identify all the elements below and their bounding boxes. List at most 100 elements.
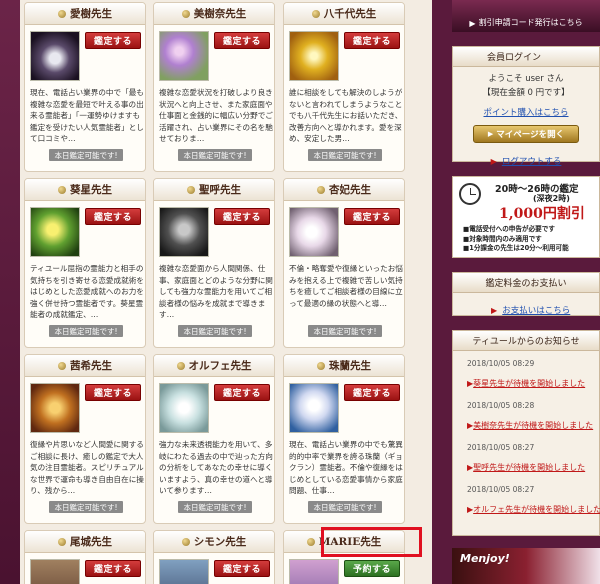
consult-button[interactable]: 鑑定する	[85, 208, 141, 225]
teller-description: 誰に相談をしても解決のしようがないと言われてしまうようなことでも八千代先生にお話…	[289, 88, 403, 143]
consult-button[interactable]: 鑑定する	[214, 384, 270, 401]
teller-card[interactable]: 聖呼先生 鑑定する 複雑な恋愛面から人間関係、仕事、家庭面とどのような分野に関し…	[153, 178, 275, 348]
teller-name[interactable]: 杏妃先生	[284, 179, 404, 201]
teller-name[interactable]: 珠蘭先生	[284, 355, 404, 377]
consult-button[interactable]: 鑑定する	[344, 208, 400, 225]
teller-description: 複雑な恋愛面から人間関係、仕事、家庭面とどのような分野に関しても強力な霊能力を用…	[159, 264, 273, 319]
news-link[interactable]: 美樹奈先生が待機を開始しました	[473, 421, 593, 430]
teller-photo[interactable]	[30, 207, 80, 257]
consult-button[interactable]: 鑑定する	[344, 384, 400, 401]
discount-amount: 1,000円割引	[499, 206, 585, 222]
teller-photo[interactable]	[159, 383, 209, 433]
teller-photo[interactable]	[289, 207, 339, 257]
teller-name[interactable]: 八千代先生	[284, 3, 404, 25]
teller-card[interactable]: 葵星先生 鑑定する ティユール屈指の霊能力と相手の気持ちを引き寄せる恋愛成就術を…	[24, 178, 146, 348]
login-title: 会員ログイン	[453, 47, 599, 67]
login-box: 会員ログイン ようこそ user さん 【現在金額 0 円です】 ポイント購入は…	[452, 46, 600, 167]
available-badge: 本日鑑定可能です!	[49, 501, 123, 513]
bullet-icon	[58, 185, 66, 194]
mypage-button[interactable]: ▶ マイページを開く	[473, 125, 579, 143]
teller-card[interactable]: 愛樹先生 鑑定する 現在、電話占い業界の中で「最も複雑な恋愛を最短で叶える事の出…	[24, 2, 146, 172]
payment-row: ▶ お支払いはこちら	[453, 293, 599, 317]
teller-name[interactable]: 美樹奈先生	[154, 3, 274, 25]
teller-photo[interactable]	[289, 559, 339, 584]
teller-photo[interactable]	[30, 383, 80, 433]
bullet-icon	[317, 361, 325, 370]
news-item[interactable]: 2018/10/05 08:29 ▶葵星先生が待機を開始しました	[453, 351, 599, 390]
welcome-text: ようこそ user さん	[488, 74, 564, 84]
news-box: ティユールからのお知らせ 2018/10/05 08:29 ▶葵星先生が待機を開…	[452, 330, 600, 536]
arrow-icon: ▶	[490, 157, 497, 166]
bullet-icon	[58, 537, 66, 546]
consult-button[interactable]: 鑑定する	[344, 32, 400, 49]
teller-photo[interactable]	[289, 31, 339, 81]
available-badge: 本日鑑定可能です!	[308, 149, 382, 161]
bullet-icon	[317, 185, 325, 194]
consult-button[interactable]: 鑑定する	[214, 32, 270, 49]
logout-link[interactable]: ログアウトする	[502, 157, 562, 167]
news-item[interactable]: 2018/10/05 08:27 ▶オルフェ先生が待機を開始しました	[453, 474, 600, 516]
bullet-icon	[187, 185, 195, 194]
teller-card[interactable]: 美樹奈先生 鑑定する 複雑な恋愛状況を打破しより良き状況へと向上させ、また家庭面…	[153, 2, 275, 172]
ad-logo: Menjoy!	[460, 552, 510, 565]
left-background	[0, 0, 20, 584]
consult-button[interactable]: 鑑定する	[85, 560, 141, 577]
sidebar: ▶ 割引申請コード発行はこちら 会員ログイン ようこそ user さん 【現在金…	[444, 0, 600, 584]
teller-name[interactable]: 尾城先生	[25, 531, 145, 553]
news-link[interactable]: 聖呼先生が待機を開始しました	[473, 463, 585, 472]
teller-name[interactable]: 茜希先生	[25, 355, 145, 377]
bullet-icon	[58, 361, 66, 370]
teller-description: 複雑な恋愛状況を打破しより良き状況へと向上させ、また家庭面や仕事面と金銭的に幅広…	[159, 88, 273, 143]
teller-description: 復縁や片思いなど人間愛に関するご相談に長け、癒しの鑑定で大人気の注目霊能者。スピ…	[30, 440, 144, 495]
teller-card[interactable]: 茜希先生 鑑定する 復縁や片思いなど人間愛に関するご相談に長け、癒しの鑑定で大人…	[24, 354, 146, 524]
teller-name[interactable]: 愛樹先生	[25, 3, 145, 25]
news-item[interactable]: 2018/10/05 08:27 ▶聖呼先生が待機を開始しました	[453, 432, 599, 474]
teller-card[interactable]: 八千代先生 鑑定する 誰に相談をしても解決のしようがないと言われてしまうようなこ…	[283, 2, 405, 172]
news-date: 2018/10/05 08:29	[467, 359, 535, 368]
teller-name[interactable]: 葵星先生	[25, 179, 145, 201]
note-item: ■電話受付への申告が必要です	[463, 225, 555, 233]
ad-banner[interactable]: Menjoy!	[452, 548, 600, 584]
discount-code-banner[interactable]: ▶ 割引申請コード発行はこちら	[452, 0, 600, 32]
teller-name[interactable]: シモン先生	[154, 531, 274, 553]
teller-description: ティユール屈指の霊能力と相手の気持ちを引き寄せる恋愛成就術をはじめとした恋愛成就…	[30, 264, 144, 319]
points-link[interactable]: ポイント購入はこちら	[483, 108, 568, 118]
discount-notes: ■電話受付への申告が必要です ■対象時間内のみ適用です ■1分課金の先生は20分…	[463, 225, 569, 254]
teller-photo[interactable]	[289, 383, 339, 433]
news-link[interactable]: 葵星先生が待機を開始しました	[473, 379, 585, 388]
bullet-icon	[181, 537, 190, 546]
consult-button[interactable]: 鑑定する	[214, 208, 270, 225]
teller-name[interactable]: 聖呼先生	[154, 179, 274, 201]
consult-button[interactable]: 鑑定する	[214, 560, 270, 577]
teller-photo[interactable]	[159, 559, 209, 584]
points-row: ポイント購入はこちら	[453, 100, 599, 119]
reserve-button[interactable]: 予約する	[344, 560, 400, 577]
news-link[interactable]: オルフェ先生が待機を開始しました	[473, 505, 600, 514]
teller-photo[interactable]	[159, 207, 209, 257]
teller-card[interactable]: シモン先生 鑑定する	[153, 530, 275, 584]
teller-name[interactable]: オルフェ先生	[154, 355, 274, 377]
teller-description: 強力な未来透視能力を用いて、多岐にわたる過去の中で辿った方向の分析をしてあなたの…	[159, 440, 273, 495]
available-badge: 本日鑑定可能です!	[49, 325, 123, 337]
teller-photo[interactable]	[159, 31, 209, 81]
news-title: ティユールからのお知らせ	[453, 331, 599, 351]
consult-button[interactable]: 鑑定する	[85, 32, 141, 49]
teller-photo[interactable]	[30, 559, 80, 584]
available-badge: 本日鑑定可能です!	[178, 149, 252, 161]
arrow-icon: ▶	[491, 306, 498, 315]
discount-box[interactable]: 20時～26時の鑑定 (深夜2時) 1,000円割引 ■電話受付への申告が必要で…	[452, 176, 600, 258]
available-badge: 本日鑑定可能です!	[308, 501, 382, 513]
teller-card[interactable]: 珠蘭先生 鑑定する 現在、電話占い業界の中でも驚異的的中率で業界を誇る珠蘭（ギョ…	[283, 354, 405, 524]
clock-icon	[459, 183, 481, 205]
teller-card[interactable]: オルフェ先生 鑑定する 強力な未来透視能力を用いて、多岐にわたる過去の中で辿った…	[153, 354, 275, 524]
payment-link[interactable]: お支払いはこちら	[502, 306, 570, 316]
consult-button[interactable]: 鑑定する	[85, 384, 141, 401]
news-item[interactable]: 2018/10/05 08:28 ▶美樹奈先生が待機を開始しました	[453, 390, 599, 432]
highlight-box	[321, 527, 422, 557]
teller-card[interactable]: 尾城先生 鑑定する	[24, 530, 146, 584]
teller-description: 現在、電話占い業界の中で「最も複雑な恋愛を最短で叶える事の出来る霊能者」「一運勢…	[30, 88, 144, 143]
note-item: ■1分課金の先生は20分～利用可能	[463, 244, 569, 252]
teller-photo[interactable]	[30, 31, 80, 81]
bullet-icon	[311, 9, 320, 18]
teller-card[interactable]: 杏妃先生 鑑定する 不倫・略奪愛や復縁といったお悩みを抱える上で複雑で苦しい気持…	[283, 178, 405, 348]
